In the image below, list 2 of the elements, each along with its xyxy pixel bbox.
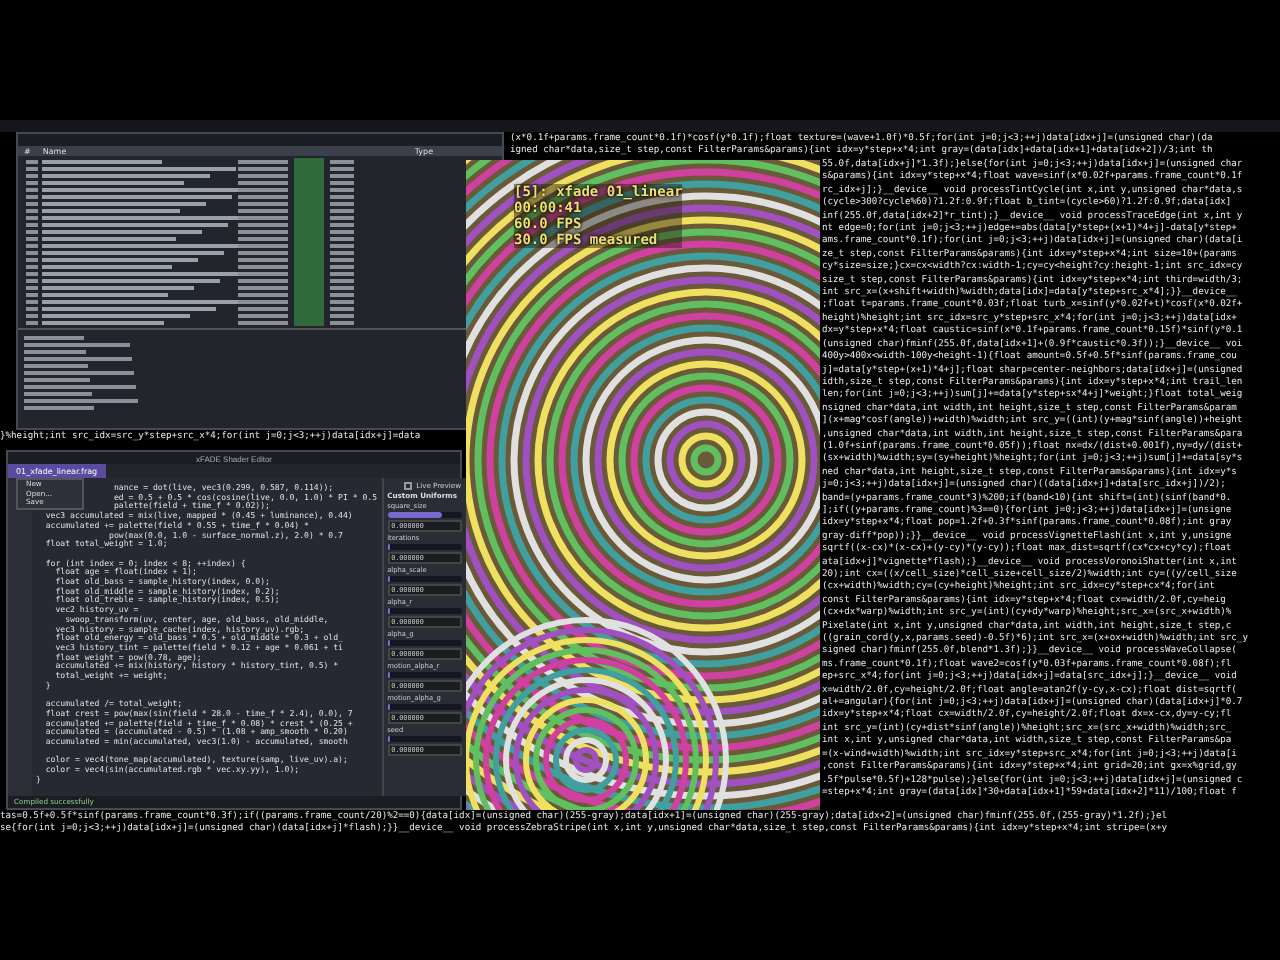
slider-track[interactable] (387, 512, 462, 518)
checkbox[interactable] (404, 482, 413, 490)
